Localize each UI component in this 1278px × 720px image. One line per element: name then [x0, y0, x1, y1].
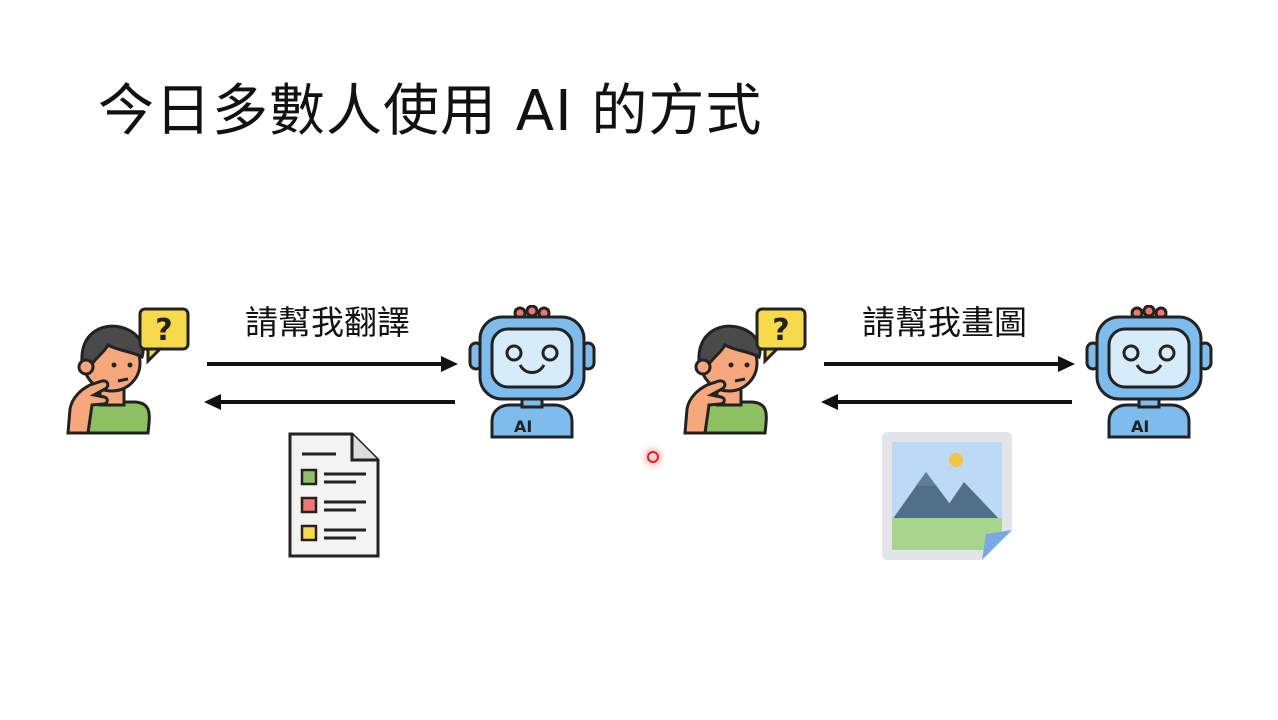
svg-text:?: ?: [155, 313, 172, 348]
thinking-person-icon: ?: [683, 307, 807, 435]
response-arrow: [204, 394, 455, 410]
robot-ai-icon: AI: [468, 305, 596, 439]
request-arrow: [824, 356, 1075, 372]
request-arrow: [207, 356, 458, 372]
thinking-person-icon: ?: [66, 307, 190, 435]
document-icon: [288, 432, 380, 558]
laser-pointer-dot: [647, 451, 659, 463]
svg-text:?: ?: [772, 313, 789, 348]
robot-ai-badge: AI: [1131, 417, 1149, 436]
request-label-draw: 請幫我畫圖: [862, 303, 1027, 342]
robot-ai-icon: AI: [1085, 305, 1213, 439]
response-arrow: [821, 394, 1072, 410]
slide: 今日多數人使用 AI 的方式 ? 請幫我翻譯 AI ? 請幫我畫圖 AI: [0, 0, 1278, 720]
robot-ai-badge: AI: [514, 417, 532, 436]
image-icon: [882, 432, 1012, 560]
slide-title: 今日多數人使用 AI 的方式: [98, 79, 763, 144]
request-label-translate: 請幫我翻譯: [245, 303, 410, 342]
